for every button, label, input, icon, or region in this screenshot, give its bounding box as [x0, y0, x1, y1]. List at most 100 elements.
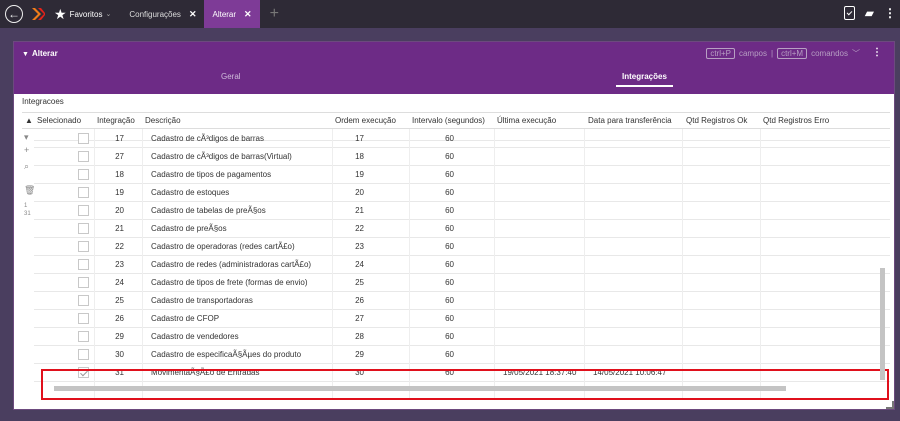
tab-integracoes-label: Integrações — [622, 72, 667, 81]
add-tab-button[interactable]: + — [270, 5, 279, 23]
col-data-transferencia[interactable]: Data para transferência — [588, 116, 672, 125]
add-icon[interactable]: + — [24, 145, 29, 155]
cell-integracao: 27 — [115, 152, 124, 161]
select-checkbox[interactable] — [78, 241, 89, 252]
back-icon[interactable]: ← — [5, 5, 23, 23]
resize-handle[interactable] — [886, 401, 894, 409]
column-divider — [584, 129, 585, 400]
cell-ordem: 18 — [355, 152, 364, 161]
col-ordem-execucao[interactable]: Ordem execução — [335, 116, 396, 125]
window-title[interactable]: ▼ Alterar — [22, 49, 58, 58]
grid-header: ▲ Selecionado Integração Descrição Ordem… — [22, 113, 890, 129]
col-qtd-ok[interactable]: Qtd Registros Ok — [686, 116, 747, 125]
highlight-box — [41, 369, 889, 400]
select-checkbox[interactable] — [78, 187, 89, 198]
cell-integracao: 21 — [115, 224, 124, 233]
col-qtd-erro[interactable]: Qtd Registros Erro — [763, 116, 829, 125]
cell-intervalo: 60 — [445, 188, 454, 197]
cell-descricao: Cadastro de redes (administradoras cartÃ… — [151, 260, 312, 269]
select-checkbox[interactable] — [78, 277, 89, 288]
table-row[interactable]: 23 Cadastro de redes (administradoras car… — [34, 256, 890, 274]
col-descricao[interactable]: Descrição — [145, 116, 181, 125]
tab-configuracoes[interactable]: Configurações ✕ — [121, 0, 204, 28]
close-icon[interactable]: ✕ — [189, 9, 197, 20]
favorites-label: Favoritos — [69, 9, 103, 19]
row-total: 31 — [24, 211, 31, 217]
col-ultima-execucao[interactable]: Última execução — [497, 116, 556, 125]
table-row[interactable]: 27 Cadastro de cÃ³digos de barras(Virtual… — [34, 148, 890, 166]
cell-descricao: Cadastro de estoques — [151, 188, 230, 197]
cell-ordem: 24 — [355, 260, 364, 269]
select-checkbox[interactable] — [78, 205, 89, 216]
table-row[interactable]: 19 Cadastro de estoques 20 60 — [34, 184, 890, 202]
column-divider — [332, 129, 333, 400]
cell-ordem: 25 — [355, 278, 364, 287]
cell-intervalo: 60 — [445, 242, 454, 251]
cell-ordem: 19 — [355, 170, 364, 179]
chat-icon[interactable]: ▰ — [865, 6, 874, 20]
search-icon[interactable]: ⌕ — [24, 161, 29, 172]
cell-integracao: 18 — [115, 170, 124, 179]
horizontal-scrollbar[interactable] — [54, 386, 786, 391]
sort-icon[interactable]: ▲ — [25, 116, 33, 125]
select-checkbox[interactable] — [78, 259, 89, 270]
column-divider — [409, 129, 410, 400]
col-intervalo[interactable]: Intervalo (segundos) — [412, 116, 485, 125]
cell-intervalo: 60 — [445, 134, 454, 143]
integrations-grid: 16Cadastro de tipos de cÃ³digos barras16… — [22, 112, 890, 400]
select-checkbox[interactable] — [78, 151, 89, 162]
col-selecionado[interactable]: Selecionado — [37, 116, 81, 125]
select-checkbox[interactable] — [78, 223, 89, 234]
collapse-icon: ▼ — [22, 51, 29, 58]
table-row[interactable]: 24 Cadastro de tipos de frete (formas de … — [34, 274, 890, 292]
col-integracao[interactable]: Integração — [97, 116, 135, 125]
cell-integracao: 17 — [115, 134, 124, 143]
fields-shortcut-label: campos — [738, 49, 767, 58]
window-menu-icon[interactable]: ⋮ — [872, 47, 882, 58]
select-checkbox[interactable] — [78, 133, 89, 144]
table-row[interactable]: 17 Cadastro de cÃ³digos de barras 17 60 — [34, 130, 890, 148]
select-checkbox[interactable] — [78, 313, 89, 324]
select-checkbox[interactable] — [78, 331, 89, 342]
tab-alterar[interactable]: Alterar ✕ — [204, 0, 260, 28]
cell-integracao: 22 — [115, 242, 124, 251]
table-row[interactable]: 26 Cadastro de CFOP 27 60 — [34, 310, 890, 328]
active-tab-underline — [616, 85, 673, 87]
tab-geral[interactable]: Geral — [221, 72, 241, 81]
column-divider — [682, 129, 683, 400]
vertical-scrollbar[interactable] — [880, 268, 885, 380]
kebab-menu-icon[interactable]: ⋮ — [884, 6, 896, 20]
close-icon[interactable]: ✕ — [244, 9, 252, 20]
cell-ordem: 20 — [355, 188, 364, 197]
collapse-rows-icon[interactable]: ▾ — [24, 132, 29, 143]
cell-intervalo: 60 — [445, 332, 454, 341]
cell-ordem: 27 — [355, 314, 364, 323]
top-right-tools: ▰ ⋮ — [843, 6, 896, 20]
cell-integracao: 25 — [115, 296, 124, 305]
trash-icon[interactable]: 🗑 — [24, 185, 35, 196]
table-row[interactable]: 29 Cadastro de vendedores 28 60 — [34, 328, 890, 346]
table-row[interactable]: 25 Cadastro de transportadoras 26 60 — [34, 292, 890, 310]
table-row[interactable]: 20 Cadastro de tabelas de preÃ§os 21 60 — [34, 202, 890, 220]
cell-integracao: 24 — [115, 278, 124, 287]
chevron-down-icon: ⌄ — [105, 11, 112, 18]
table-row[interactable]: 30 Cadastro de especificaÃ§Ãµes do produt… — [34, 346, 890, 364]
table-row[interactable]: 21 Cadastro de preÃ§os 22 60 — [34, 220, 890, 238]
app-logo-icon[interactable] — [30, 6, 46, 22]
select-checkbox[interactable] — [78, 295, 89, 306]
clipboard-check-icon[interactable] — [843, 6, 855, 20]
section-title: Integracoes — [22, 97, 64, 106]
chevron-down-icon[interactable]: ﹀ — [852, 48, 860, 59]
select-checkbox[interactable] — [78, 169, 89, 180]
table-row[interactable]: 22 Cadastro de operadoras (redes cartÃ£o)… — [34, 238, 890, 256]
star-icon: ★ — [54, 5, 67, 22]
hint-separator: | — [771, 49, 774, 58]
favorites-menu[interactable]: ★ Favoritos ⌄ — [54, 6, 111, 23]
tab-integracoes[interactable]: Integrações — [616, 72, 673, 87]
cell-ordem: 28 — [355, 332, 364, 341]
column-divider — [760, 129, 761, 400]
table-row[interactable]: 18 Cadastro de tipos de pagamentos 19 60 — [34, 166, 890, 184]
select-checkbox[interactable] — [78, 349, 89, 360]
cell-intervalo: 60 — [445, 296, 454, 305]
cell-ordem: 26 — [355, 296, 364, 305]
